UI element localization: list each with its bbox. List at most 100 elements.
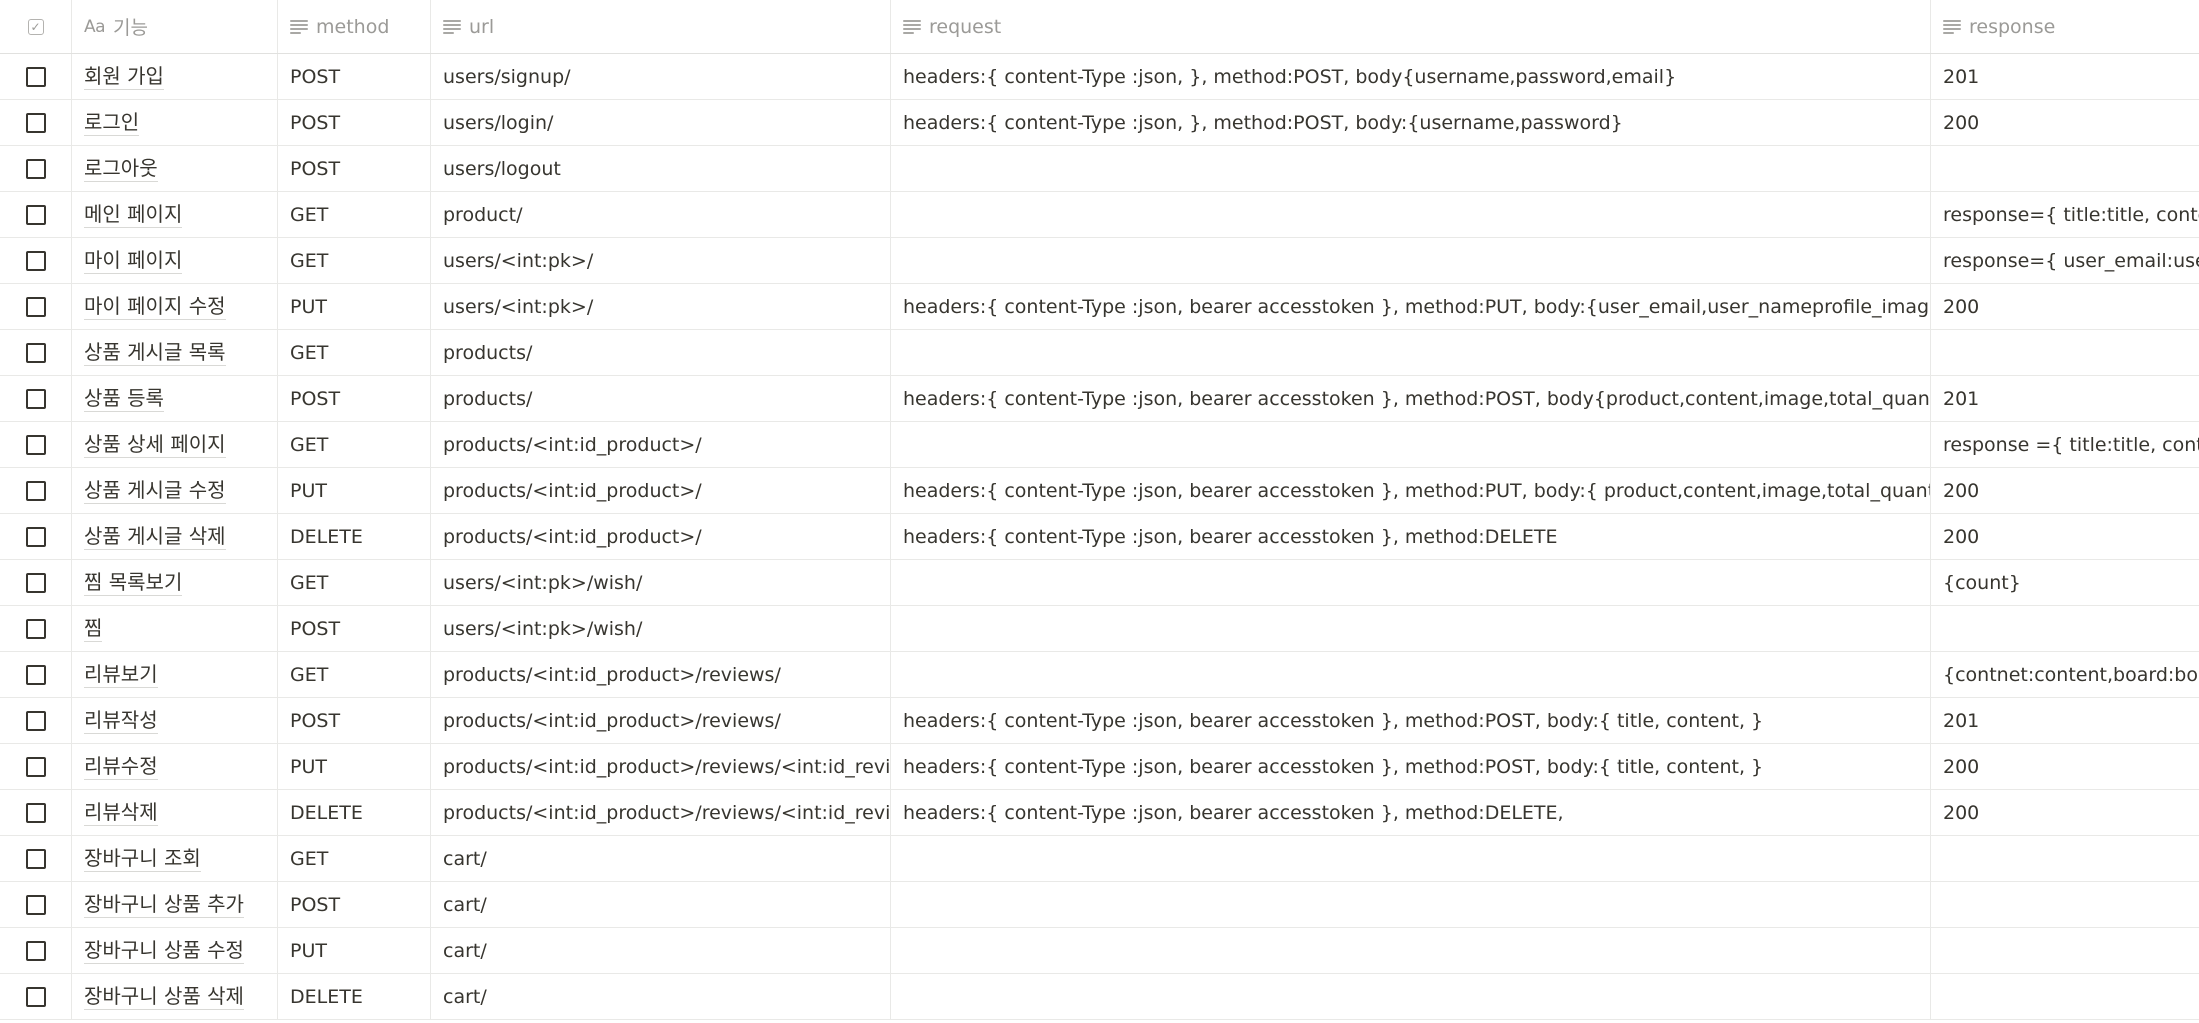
response-cell[interactable]: 200 xyxy=(1931,514,2199,559)
name-cell[interactable]: 상품 등록 xyxy=(72,376,278,421)
row-checkbox[interactable] xyxy=(25,296,46,317)
row-title[interactable]: 상품 상세 페이지 xyxy=(84,432,226,458)
response-cell[interactable]: 201 xyxy=(1931,54,2199,99)
header-request-column[interactable]: request xyxy=(891,0,1931,53)
name-cell[interactable]: 리뷰삭제 xyxy=(72,790,278,835)
request-cell[interactable] xyxy=(891,928,1931,973)
row-title[interactable]: 리뷰보기 xyxy=(84,662,158,688)
response-cell[interactable]: 201 xyxy=(1931,698,2199,743)
method-cell[interactable]: POST xyxy=(278,100,431,145)
request-cell[interactable] xyxy=(891,330,1931,375)
response-cell[interactable] xyxy=(1931,928,2199,973)
method-cell[interactable]: GET xyxy=(278,238,431,283)
response-cell[interactable]: 200 xyxy=(1931,284,2199,329)
row-title[interactable]: 장바구니 조회 xyxy=(84,846,201,872)
table-row[interactable]: 마이 페이지 GET users/<int:pk>/ response={ user_… xyxy=(0,238,2199,284)
row-checkbox[interactable] xyxy=(25,664,46,685)
table-row[interactable]: 상품 게시글 수정 PUT products/<int:id_product>/he… xyxy=(0,468,2199,514)
url-cell[interactable]: cart/ xyxy=(431,928,891,973)
table-row[interactable]: 장바구니 상품 삭제 DELETE cart/ xyxy=(0,974,2199,1020)
url-cell[interactable]: users/<int:pk>/ xyxy=(431,238,891,283)
request-cell[interactable]: headers:{ content-Type :json, }, method:… xyxy=(891,54,1931,99)
row-checkbox[interactable] xyxy=(25,940,46,961)
name-cell[interactable]: 마이 페이지 수정 xyxy=(72,284,278,329)
row-checkbox[interactable] xyxy=(25,710,46,731)
header-name-column[interactable]: Aa 기능 xyxy=(72,0,278,53)
method-cell[interactable]: DELETE xyxy=(278,974,431,1019)
response-cell[interactable]: {count} xyxy=(1931,560,2199,605)
method-cell[interactable]: GET xyxy=(278,192,431,237)
table-row[interactable]: 로그아웃 POST users/logout xyxy=(0,146,2199,192)
row-checkbox[interactable] xyxy=(25,342,46,363)
name-cell[interactable]: 장바구니 조회 xyxy=(72,836,278,881)
url-cell[interactable]: products/<int:id_product>/reviews/<int:i… xyxy=(431,744,891,789)
table-row[interactable]: 마이 페이지 수정 PUT users/<int:pk>/headers:{ con… xyxy=(0,284,2199,330)
name-cell[interactable]: 찜 목록보기 xyxy=(72,560,278,605)
request-cell[interactable] xyxy=(891,652,1931,697)
method-cell[interactable]: POST xyxy=(278,146,431,191)
name-cell[interactable]: 장바구니 상품 추가 xyxy=(72,882,278,927)
name-cell[interactable]: 마이 페이지 xyxy=(72,238,278,283)
method-cell[interactable]: DELETE xyxy=(278,790,431,835)
row-checkbox[interactable] xyxy=(25,572,46,593)
header-method-column[interactable]: method xyxy=(278,0,431,53)
request-cell[interactable]: headers:{ content-Type :json, bearer acc… xyxy=(891,514,1931,559)
response-cell[interactable]: 200 xyxy=(1931,100,2199,145)
response-cell[interactable] xyxy=(1931,836,2199,881)
method-cell[interactable]: PUT xyxy=(278,744,431,789)
request-cell[interactable]: headers:{ content-Type :json, bearer acc… xyxy=(891,790,1931,835)
request-cell[interactable] xyxy=(891,560,1931,605)
name-cell[interactable]: 회원 가입 xyxy=(72,54,278,99)
row-title[interactable]: 장바구니 상품 삭제 xyxy=(84,984,244,1010)
url-cell[interactable]: cart/ xyxy=(431,974,891,1019)
method-cell[interactable]: POST xyxy=(278,54,431,99)
response-cell[interactable] xyxy=(1931,330,2199,375)
row-checkbox[interactable] xyxy=(25,802,46,823)
row-title[interactable]: 찜 xyxy=(84,616,103,642)
method-cell[interactable]: PUT xyxy=(278,928,431,973)
url-cell[interactable]: products/<int:id_product>/ xyxy=(431,468,891,513)
row-title[interactable]: 리뷰삭제 xyxy=(84,800,158,826)
row-title[interactable]: 상품 등록 xyxy=(84,386,164,412)
row-checkbox[interactable] xyxy=(25,986,46,1007)
request-cell[interactable] xyxy=(891,882,1931,927)
name-cell[interactable]: 찜 xyxy=(72,606,278,651)
table-row[interactable]: 장바구니 상품 수정 PUT cart/ xyxy=(0,928,2199,974)
method-cell[interactable]: GET xyxy=(278,836,431,881)
request-cell[interactable] xyxy=(891,238,1931,283)
method-cell[interactable]: GET xyxy=(278,330,431,375)
method-cell[interactable]: GET xyxy=(278,652,431,697)
request-cell[interactable]: headers:{ content-Type :json, bearer acc… xyxy=(891,376,1931,421)
header-url-column[interactable]: url xyxy=(431,0,891,53)
table-row[interactable]: 리뷰삭제 DELETE products/<int:id_product>/revi… xyxy=(0,790,2199,836)
response-cell[interactable]: {contnet:content,board:board xyxy=(1931,652,2199,697)
row-title[interactable]: 회원 가입 xyxy=(84,64,164,90)
name-cell[interactable]: 메인 페이지 xyxy=(72,192,278,237)
row-checkbox[interactable] xyxy=(25,388,46,409)
url-cell[interactable]: users/login/ xyxy=(431,100,891,145)
response-cell[interactable]: response={ user_email:user_e xyxy=(1931,238,2199,283)
response-cell[interactable]: 200 xyxy=(1931,744,2199,789)
row-checkbox[interactable] xyxy=(25,250,46,271)
url-cell[interactable]: cart/ xyxy=(431,836,891,881)
name-cell[interactable]: 로그아웃 xyxy=(72,146,278,191)
name-cell[interactable]: 장바구니 상품 수정 xyxy=(72,928,278,973)
method-cell[interactable]: PUT xyxy=(278,284,431,329)
response-cell[interactable] xyxy=(1931,606,2199,651)
url-cell[interactable]: products/<int:id_product>/ xyxy=(431,422,891,467)
response-cell[interactable] xyxy=(1931,882,2199,927)
response-cell[interactable]: 200 xyxy=(1931,790,2199,835)
request-cell[interactable] xyxy=(891,422,1931,467)
url-cell[interactable]: products/ xyxy=(431,376,891,421)
url-cell[interactable]: users/<int:pk>/wish/ xyxy=(431,606,891,651)
row-checkbox[interactable] xyxy=(25,480,46,501)
method-cell[interactable]: POST xyxy=(278,698,431,743)
name-cell[interactable]: 상품 상세 페이지 xyxy=(72,422,278,467)
table-row[interactable]: 상품 게시글 삭제 DELETE products/<int:id_product>… xyxy=(0,514,2199,560)
row-checkbox[interactable] xyxy=(25,894,46,915)
url-cell[interactable]: users/<int:pk>/wish/ xyxy=(431,560,891,605)
row-title[interactable]: 리뷰작성 xyxy=(84,708,158,734)
request-cell[interactable] xyxy=(891,974,1931,1019)
row-title[interactable]: 장바구니 상품 추가 xyxy=(84,892,244,918)
row-checkbox[interactable] xyxy=(25,204,46,225)
